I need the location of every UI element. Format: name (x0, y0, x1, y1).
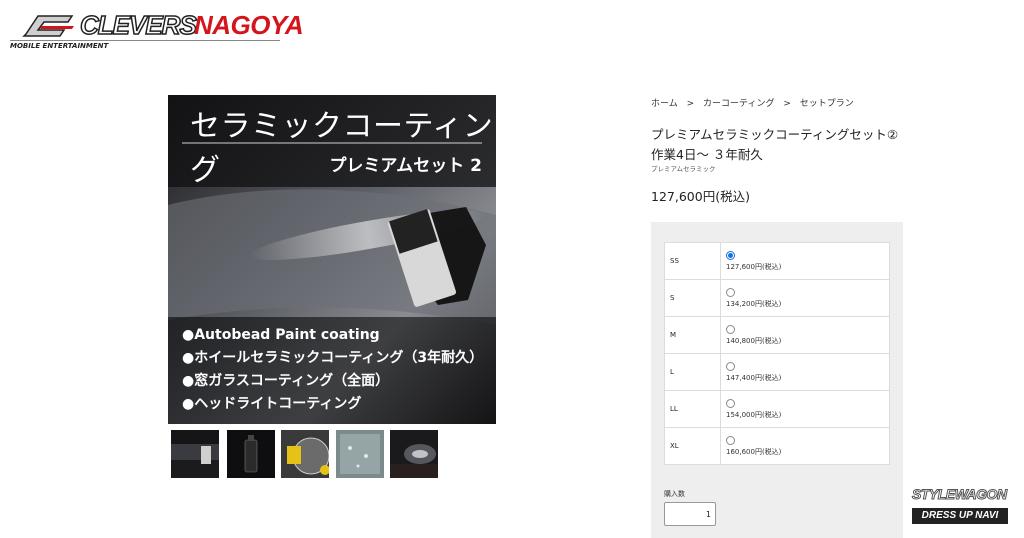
option-value-cell: 147,400円(税込) (720, 353, 890, 391)
logo-text-nagoya: NAGOYA (194, 10, 304, 40)
thumbnail-image (336, 430, 384, 478)
option-row-ll[interactable]: LL 154,000円(税込) (664, 390, 890, 428)
feature-line: ●ホイールセラミックコーティング（3年耐久） (182, 350, 484, 366)
option-value-cell: 154,000円(税込) (720, 390, 890, 428)
thumbnail-image (390, 430, 438, 478)
product-title: プレミアムセラミックコーティングセット② 作業4日〜 ３年耐久 (651, 125, 911, 165)
feature-line: ●窓ガラスコーティング（全面） (182, 373, 390, 389)
thumbnail-5[interactable] (390, 430, 438, 478)
watermark-line2: DRESS UP NAVI (912, 508, 1008, 524)
option-radio-xl[interactable] (726, 435, 735, 445)
breadcrumb: ホーム > カーコーティング > セットプラン (651, 96, 860, 109)
feature-line: ●ヘッドライトコーティング (182, 396, 362, 412)
product-category[interactable]: プレミアムセラミック (651, 163, 716, 173)
option-size-label: L (664, 353, 721, 391)
option-size-label: S (664, 279, 721, 317)
clevers-logo-icon (22, 15, 74, 37)
option-radio-l[interactable] (726, 361, 735, 371)
product-title-line2: 作業4日〜 ３年耐久 (651, 147, 763, 162)
option-price: 147,400円(税込) (726, 373, 782, 382)
option-price: 140,800円(税込) (726, 336, 782, 345)
thumbnail-image (281, 430, 329, 478)
site-logo[interactable]: CLEVERS NAGOYA MOBILE ENTERTAINMENT (10, 9, 304, 50)
breadcrumb-home[interactable]: ホーム (651, 99, 678, 109)
option-row-m[interactable]: M 140,800円(税込) (664, 316, 890, 354)
quantity-input[interactable] (664, 502, 716, 526)
thumbnail-image (171, 430, 219, 478)
product-title-line1: プレミアムセラミックコーティングセット② (651, 127, 899, 142)
option-radio-m[interactable] (726, 324, 735, 334)
option-row-ss[interactable]: SS 127,600円(税込) (664, 242, 890, 280)
option-size-label: XL (664, 427, 721, 465)
breadcrumb-separator: > (686, 99, 695, 109)
option-value-cell: 160,600円(税込) (720, 427, 890, 465)
logo-subtitle: MOBILE ENTERTAINMENT (10, 40, 280, 50)
option-value-cell: 127,600円(税込) (720, 242, 890, 280)
option-row-s[interactable]: S 134,200円(税込) (664, 279, 890, 317)
thumbnail-1[interactable] (171, 430, 219, 478)
thumbnail-3[interactable] (281, 430, 329, 478)
product-image-features: ●Autobead Paint coating ●ホイールセラミックコーティング… (182, 324, 483, 416)
breadcrumb-set-plan[interactable]: セットプラン (800, 99, 854, 109)
option-value-cell: 140,800円(税込) (720, 316, 890, 354)
purchase-options-panel: SS 127,600円(税込) S 134,200円(税込) M 140,800… (651, 222, 903, 538)
option-radio-s[interactable] (726, 287, 735, 297)
thumbnail-4[interactable] (336, 430, 384, 478)
product-main-image[interactable]: セラミックコーティング プレミアムセット 2 ●Autobead Paint c… (168, 95, 496, 424)
option-price: 127,600円(税込) (726, 262, 782, 271)
option-row-xl[interactable]: XL 160,600円(税込) (664, 427, 890, 465)
option-size-label: SS (664, 242, 721, 280)
option-size-label: LL (664, 390, 721, 428)
product-image-subtitle: プレミアムセット 2 (329, 156, 482, 176)
breadcrumb-car-coating[interactable]: カーコーティング (703, 99, 774, 109)
quantity-label: 購入数 (664, 490, 685, 498)
option-value-cell: 134,200円(税込) (720, 279, 890, 317)
option-radio-ll[interactable] (726, 398, 735, 408)
option-price: 160,600円(税込) (726, 447, 782, 456)
option-size-label: M (664, 316, 721, 354)
thumbnail-2[interactable] (227, 430, 275, 478)
feature-line: ●Autobead Paint coating (182, 327, 380, 343)
option-price: 154,000円(税込) (726, 410, 782, 419)
option-row-l[interactable]: L 147,400円(税込) (664, 353, 890, 391)
watermark-line1: STYLEWAGON (912, 486, 1008, 503)
size-option-table: SS 127,600円(税込) S 134,200円(税込) M 140,800… (664, 242, 890, 465)
breadcrumb-separator: > (783, 99, 791, 109)
option-radio-ss[interactable] (726, 250, 735, 260)
logo-text-clevers: CLEVERS (79, 9, 197, 41)
product-price: 127,600円(税込) (651, 189, 750, 204)
thumbnail-image (227, 430, 275, 478)
stylewagon-watermark: STYLEWAGON DRESS UP NAVI (912, 486, 1012, 528)
option-price: 134,200円(税込) (726, 299, 782, 308)
